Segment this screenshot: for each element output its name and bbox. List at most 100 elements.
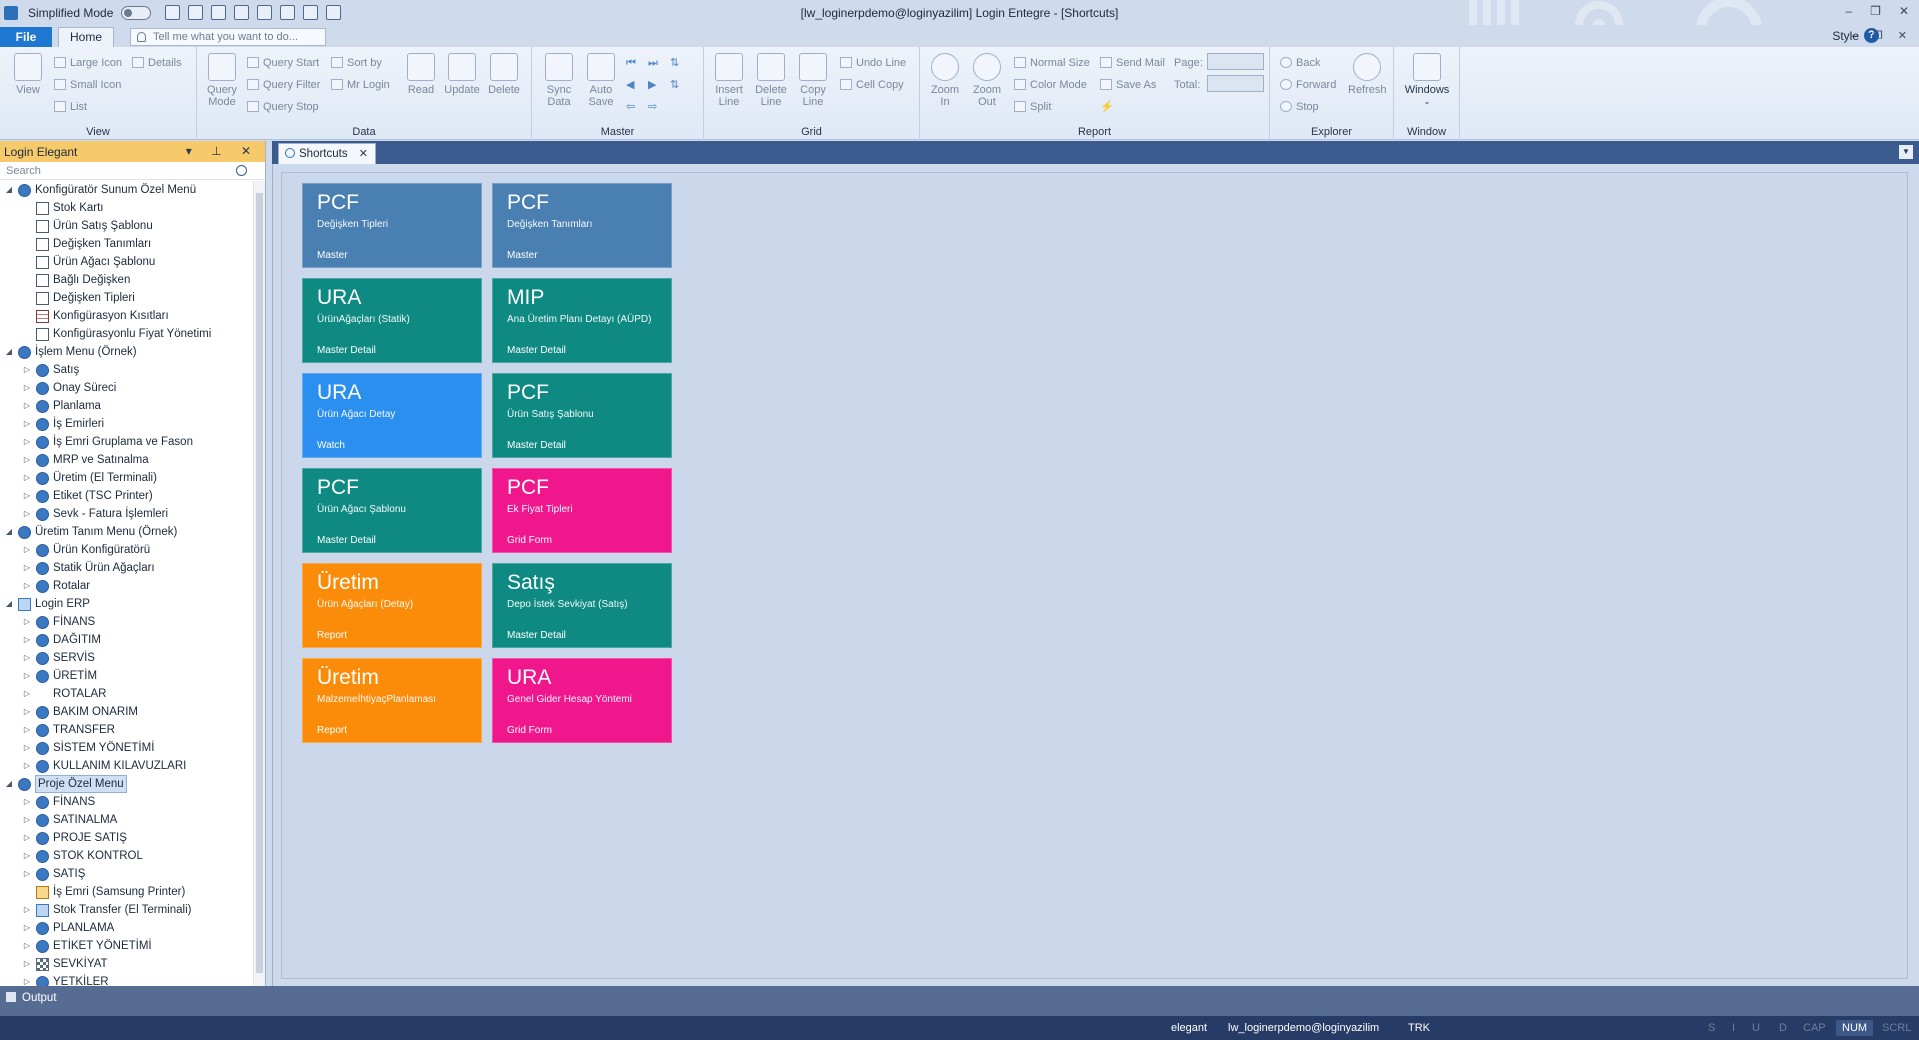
sort-by-button[interactable]: Sort by bbox=[331, 56, 382, 70]
expand-arrow-icon[interactable]: ▷ bbox=[22, 397, 32, 415]
expand-arrow-icon[interactable]: ▷ bbox=[22, 757, 32, 775]
tree-node[interactable]: ▷ÜRETİM bbox=[0, 667, 252, 685]
sync-data-button[interactable]: Sync Data bbox=[540, 53, 578, 108]
expand-arrow-icon[interactable]: ▷ bbox=[22, 433, 32, 451]
expand-arrow-icon[interactable]: ▷ bbox=[22, 793, 32, 811]
tree-node[interactable]: ▷SATIŞ bbox=[0, 865, 252, 883]
tree-node[interactable]: ▷Satış bbox=[0, 361, 252, 379]
expand-arrow-icon[interactable]: ▷ bbox=[22, 919, 32, 937]
search-icon[interactable] bbox=[236, 165, 247, 176]
copy-line-button[interactable]: Copy Line bbox=[794, 53, 832, 108]
tree-node[interactable]: Ürün Ağacı Şablonu bbox=[0, 253, 252, 271]
previous-record-icon[interactable]: ◀ bbox=[626, 78, 634, 92]
tree-node[interactable]: ▷Stok Transfer (El Terminali) bbox=[0, 901, 252, 919]
expand-arrow-icon[interactable]: ▷ bbox=[22, 721, 32, 739]
forward-arrow-icon[interactable]: ⇨ bbox=[648, 100, 657, 114]
expand-arrow-icon[interactable]: ▷ bbox=[22, 559, 32, 577]
tree-node[interactable]: ▷Ürün Konfigüratörü bbox=[0, 541, 252, 559]
tree-node[interactable]: ▷TRANSFER bbox=[0, 721, 252, 739]
close-button[interactable]: ✕ bbox=[1899, 4, 1909, 18]
expand-arrow-icon[interactable]: ▷ bbox=[22, 451, 32, 469]
tree-node[interactable]: Konfigürasyonlu Fiyat Yönetimi bbox=[0, 325, 252, 343]
tab-file[interactable]: File bbox=[0, 27, 52, 47]
shortcut-tile[interactable]: PCFÜrün Ağacı ŞablonuMaster Detail bbox=[302, 468, 482, 553]
mr-login-button[interactable]: Mr Login bbox=[331, 78, 390, 92]
next-record-icon[interactable]: ▶ bbox=[648, 78, 656, 92]
tree-node[interactable]: ◢Proje Özel Menu bbox=[0, 775, 252, 793]
small-icon-button[interactable]: Small Icon bbox=[54, 78, 121, 92]
tree-node[interactable]: Ürün Satış Şablonu bbox=[0, 217, 252, 235]
insert-line-button[interactable]: Insert Line bbox=[710, 53, 748, 108]
zoom-out-button[interactable]: Zoom Out bbox=[968, 53, 1006, 108]
expand-arrow-icon[interactable]: ▷ bbox=[22, 829, 32, 847]
shortcut-tile[interactable]: URAGenel Gider Hesap YöntemiGrid Form bbox=[492, 658, 672, 743]
simplified-mode-toggle[interactable] bbox=[121, 6, 151, 20]
stop-button[interactable]: Stop bbox=[1280, 100, 1319, 114]
tree-node[interactable]: ▷PLANLAMA bbox=[0, 919, 252, 937]
quick-access-icon-1[interactable] bbox=[165, 5, 180, 20]
expand-arrow-icon[interactable]: ▷ bbox=[22, 937, 32, 955]
tab-home[interactable]: Home bbox=[58, 27, 114, 47]
query-stop-button[interactable]: Query Stop bbox=[247, 100, 319, 114]
expand-arrow-icon[interactable]: ▷ bbox=[22, 739, 32, 757]
tree-node[interactable]: ▷SERVİS bbox=[0, 649, 252, 667]
tree-node[interactable]: Stok Kartı bbox=[0, 199, 252, 217]
tree-scrollbar[interactable] bbox=[253, 181, 265, 986]
quick-access-icon-7[interactable] bbox=[303, 5, 318, 20]
cell-copy-button[interactable]: Cell Copy bbox=[840, 78, 904, 92]
tree-node[interactable]: ▷KULLANIM KILAVUZLARI bbox=[0, 757, 252, 775]
expand-arrow-icon[interactable]: ▷ bbox=[22, 415, 32, 433]
tree-node[interactable]: ◢İşlem Menu (Örnek) bbox=[0, 343, 252, 361]
shortcut-tile[interactable]: PCFEk Fiyat TipleriGrid Form bbox=[492, 468, 672, 553]
output-tab[interactable]: Output bbox=[6, 992, 57, 1004]
tree-node[interactable]: ▷Onay Süreci bbox=[0, 379, 252, 397]
zoom-in-button[interactable]: Zoom In bbox=[926, 53, 964, 108]
expand-arrow-icon[interactable]: ▷ bbox=[22, 541, 32, 559]
delete-line-button[interactable]: Delete Line bbox=[752, 53, 790, 108]
tree-node[interactable]: ◢Üretim Tanım Menu (Örnek) bbox=[0, 523, 252, 541]
tree-node[interactable]: ▷Rotalar bbox=[0, 577, 252, 595]
restore-button[interactable]: ❐ bbox=[1870, 4, 1881, 18]
expand-arrow-icon[interactable]: ▷ bbox=[22, 667, 32, 685]
tree-node[interactable]: ▷SATINALMA bbox=[0, 811, 252, 829]
tree-node[interactable]: ▷SEVKİYAT bbox=[0, 955, 252, 973]
refresh-button[interactable]: Refresh bbox=[1348, 53, 1386, 96]
quick-access-icon-6[interactable] bbox=[280, 5, 295, 20]
quick-access-icon-2[interactable] bbox=[188, 5, 203, 20]
query-filter-button[interactable]: Query Filter bbox=[247, 78, 320, 92]
tree-node[interactable]: ▷Üretim (El Terminali) bbox=[0, 469, 252, 487]
panel-controls[interactable]: ▾ ⊥ ✕ bbox=[186, 144, 259, 158]
expand-arrow-icon[interactable]: ▷ bbox=[22, 577, 32, 595]
shortcut-tile[interactable]: SatışDepo İstek Sevkiyat (Satış)Master D… bbox=[492, 563, 672, 648]
scrollbar-thumb[interactable] bbox=[256, 193, 263, 973]
tree-node[interactable]: Bağlı Değişken bbox=[0, 271, 252, 289]
tree-node[interactable]: ▷ROTALAR bbox=[0, 685, 252, 703]
expand-arrow-icon[interactable]: ▷ bbox=[22, 505, 32, 523]
send-mail-button[interactable]: Send Mail bbox=[1100, 56, 1165, 70]
sort-za-icon[interactable]: ⇅ bbox=[670, 78, 679, 92]
shortcut-tile[interactable]: MIPAna Üretim Planı Detayı (AÜPD)Master … bbox=[492, 278, 672, 363]
collapse-arrow-icon[interactable]: ◢ bbox=[4, 523, 14, 541]
tree-node[interactable]: ◢Konfigüratör Sunum Özel Menü bbox=[0, 181, 252, 199]
tree-node[interactable]: ▷İş Emri Gruplama ve Fason bbox=[0, 433, 252, 451]
tree-node[interactable]: Konfigürasyon Kısıtları bbox=[0, 307, 252, 325]
read-button[interactable]: Read bbox=[402, 53, 440, 96]
tree-node[interactable]: ▷DAĞITIM bbox=[0, 631, 252, 649]
large-icon-button[interactable]: Large Icon bbox=[54, 56, 122, 70]
tree-node[interactable]: Değişken Tanımları bbox=[0, 235, 252, 253]
shortcut-tile[interactable]: PCFÜrün Satış ŞablonuMaster Detail bbox=[492, 373, 672, 458]
expand-arrow-icon[interactable]: ▷ bbox=[22, 703, 32, 721]
undo-line-button[interactable]: Undo Line bbox=[840, 56, 906, 70]
shortcut-tile[interactable]: PCFDeğişken TanımlarıMaster bbox=[492, 183, 672, 268]
delete-button[interactable]: Delete bbox=[485, 53, 523, 96]
forward-button[interactable]: Forward bbox=[1280, 78, 1336, 92]
tree-node[interactable]: ▷Statik Ürün Ağaçları bbox=[0, 559, 252, 577]
windows-button[interactable]: Windows⌄ bbox=[1398, 53, 1456, 108]
list-button[interactable]: List bbox=[54, 100, 87, 114]
tree-search-input[interactable]: Search bbox=[0, 162, 265, 180]
expand-arrow-icon[interactable]: ▷ bbox=[22, 361, 32, 379]
home-icon[interactable] bbox=[326, 5, 341, 20]
ribbon-window-controls[interactable]: ‒ ❐ ✕ bbox=[1852, 29, 1913, 42]
expand-arrow-icon[interactable]: ▷ bbox=[22, 487, 32, 505]
sort-az-icon[interactable]: ⇅ bbox=[670, 56, 679, 70]
